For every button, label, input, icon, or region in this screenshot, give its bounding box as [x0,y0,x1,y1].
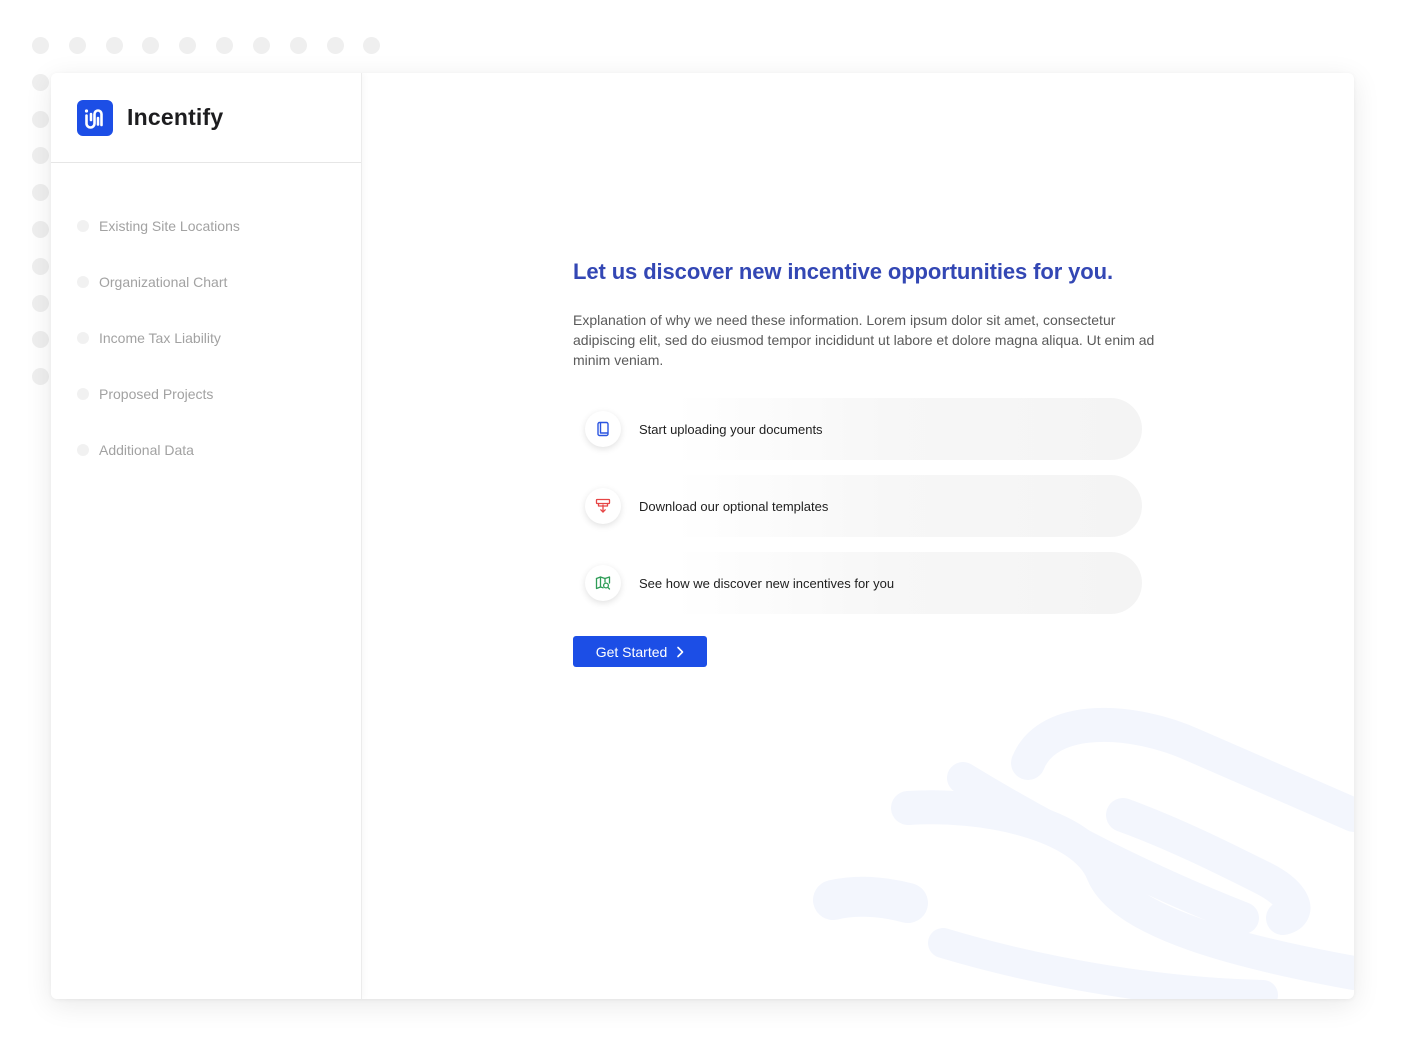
sidebar-item-additional-data[interactable]: Additional Data [51,422,361,478]
sidebar-item-organizational-chart[interactable]: Organizational Chart [51,254,361,310]
sidebar-nav: Existing Site Locations Organizational C… [51,163,361,478]
get-started-button[interactable]: Get Started [573,636,707,667]
option-label: See how we discover new incentives for y… [639,575,895,591]
option-label: Start uploading your documents [639,421,823,437]
brand-header: Incentify [51,73,361,163]
incentify-logo-icon [77,99,113,136]
get-started-label: Get Started [595,643,668,660]
sidebar-item-label: Proposed Projects [99,386,214,402]
sidebar-item-label: Additional Data [99,442,194,458]
option-label: Download our optional templates [639,498,829,514]
step-indicator-icon [77,332,89,344]
sidebar-item-existing-site-locations[interactable]: Existing Site Locations [51,198,361,254]
sidebar: Incentify Existing Site Locations Organi… [51,73,362,999]
map-search-icon [585,565,621,601]
option-list: Start uploading your documents Download … [573,398,1173,614]
page-description: Explanation of why we need these informa… [573,312,1155,368]
step-indicator-icon [77,444,89,456]
sidebar-item-label: Organizational Chart [99,274,228,290]
sidebar-item-label: Income Tax Liability [99,330,221,346]
main-panel: Let us discover new incentive opportunit… [363,73,1354,999]
chevron-right-icon [676,646,684,658]
download-icon [585,488,621,524]
step-indicator-icon [77,388,89,400]
step-indicator-icon [77,220,89,232]
intro-section: Let us discover new incentive opportunit… [573,259,1173,667]
document-icon [585,411,621,447]
step-indicator-icon [77,276,89,288]
discover-incentives-option[interactable]: See how we discover new incentives for y… [573,552,1142,614]
sidebar-item-proposed-projects[interactable]: Proposed Projects [51,366,361,422]
upload-documents-option[interactable]: Start uploading your documents [573,398,1142,460]
app-name: Incentify [127,104,224,130]
page-title: Let us discover new incentive opportunit… [573,259,1113,284]
download-templates-option[interactable]: Download our optional templates [573,475,1142,537]
sidebar-item-label: Existing Site Locations [99,218,240,234]
sidebar-item-income-tax-liability[interactable]: Income Tax Liability [51,310,361,366]
app-window: Incentify Existing Site Locations Organi… [51,73,1354,999]
